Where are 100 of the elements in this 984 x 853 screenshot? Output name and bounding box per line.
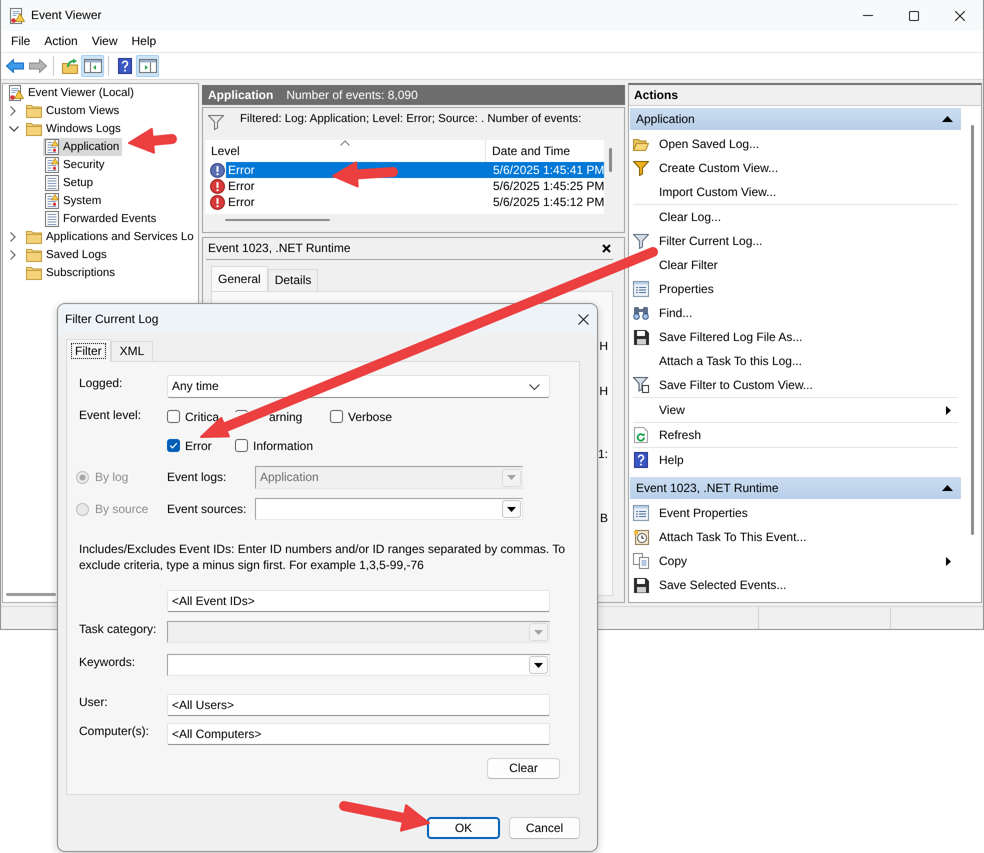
command-item[interactable]: Create Custom View...: [630, 156, 961, 180]
funnel-icon: [633, 234, 649, 248]
folder-icon: [26, 122, 42, 136]
text-field[interactable]: <All Users>: [167, 694, 550, 716]
dropdown-button[interactable]: [529, 656, 548, 674]
tree-item[interactable]: System: [43, 192, 104, 210]
scrollbar-thumb[interactable]: [6, 593, 56, 596]
log-warning-icon: [45, 193, 59, 209]
folder-icon: [26, 248, 42, 262]
chevron-right-icon[interactable]: [10, 106, 16, 116]
checkbox-label[interactable]: Verbose: [348, 410, 392, 424]
checkbox-label[interactable]: Critica: [185, 410, 220, 424]
text-field[interactable]: <All Event IDs>: [167, 590, 550, 612]
menu-item[interactable]: Help: [124, 31, 164, 52]
toolbar-button[interactable]: [136, 55, 159, 77]
log-title: Application: [208, 88, 274, 102]
command-item[interactable]: Properties: [630, 277, 961, 301]
chevron-right-icon[interactable]: [10, 232, 16, 242]
tab[interactable]: XML: [110, 341, 154, 361]
checkbox[interactable]: [167, 439, 180, 452]
tree-item[interactable]: Forwarded Events: [43, 210, 160, 228]
folder-icon: [26, 104, 42, 118]
clock-icon: [633, 529, 649, 545]
refresh-icon: [634, 427, 648, 443]
command-item[interactable]: Clear Log...: [630, 205, 961, 229]
command-item[interactable]: Save Filtered Log File As...: [630, 325, 961, 349]
clear-button[interactable]: Clear: [487, 758, 560, 779]
dropdown-field[interactable]: [255, 498, 523, 520]
command-item[interactable]: Clear Filter: [630, 253, 961, 277]
submenu-arrow-icon: [946, 556, 951, 566]
scrollbar-thumb[interactable]: [609, 148, 612, 172]
date-cell-text: 5/6/2025 1:45:12 PM: [492, 194, 604, 210]
command-item[interactable]: Filter Current Log...: [630, 229, 961, 253]
chevron-down-icon[interactable]: [9, 126, 19, 132]
event-row[interactable]: Error 5/6/2025 1:45:25 PM: [205, 178, 604, 194]
command-item[interactable]: Refresh: [630, 423, 961, 447]
dropdown-arrow-icon: [534, 630, 543, 634]
field-label: Keywords:: [79, 655, 136, 671]
tree-item[interactable]: Custom Views: [24, 102, 122, 120]
scrollbar-thumb[interactable]: [225, 219, 330, 221]
command-item[interactable]: Save Filter to Custom View...: [630, 373, 961, 397]
command-item[interactable]: Event Properties: [630, 501, 961, 525]
dialog-button[interactable]: OK: [427, 817, 500, 839]
section-header[interactable]: Application: [630, 108, 961, 130]
tree-item[interactable]: Subscriptions: [24, 264, 118, 282]
folder-arrow-icon: [62, 58, 78, 74]
dropdown-arrow-icon: [507, 506, 516, 512]
column-header[interactable]: Level: [205, 140, 486, 162]
error-icon: [210, 162, 225, 178]
menu-item[interactable]: File: [4, 31, 38, 52]
command-item[interactable]: Help: [630, 448, 961, 472]
command-item[interactable]: Find...: [630, 301, 961, 325]
tree-item[interactable]: Event Viewer (Local): [6, 84, 137, 102]
dropdown-field[interactable]: Any time: [167, 375, 550, 398]
tab[interactable]: Filter: [66, 339, 111, 362]
tab[interactable]: Details: [268, 269, 318, 291]
field-label: User:: [79, 695, 109, 711]
command-item[interactable]: Attach Task To This Event...: [630, 525, 961, 549]
tree-item[interactable]: Applications and Services Lo: [24, 228, 197, 246]
level-cell: Error: [228, 178, 255, 194]
properties-icon: [633, 281, 649, 297]
tab[interactable]: General: [211, 266, 268, 291]
menu-item[interactable]: View: [84, 31, 124, 52]
text-fragment: 1:: [598, 447, 608, 461]
command-item[interactable]: View: [630, 398, 961, 422]
dropdown-button[interactable]: [502, 500, 521, 518]
tree-item[interactable]: Saved Logs: [24, 246, 110, 264]
scrollbar-thumb[interactable]: [971, 125, 974, 535]
command-item[interactable]: Open Saved Log...: [630, 132, 961, 156]
command-item[interactable]: Save Selected Events...: [630, 573, 961, 597]
command-item[interactable]: Copy: [630, 549, 961, 573]
checkbox-label[interactable]: Information: [253, 438, 314, 452]
checkbox-label[interactable]: Error: [185, 438, 212, 452]
date-cell-text: 5/6/2025 1:45:25 PM: [492, 178, 604, 194]
dropdown-field[interactable]: [167, 654, 550, 676]
field-label: Task category:: [79, 622, 158, 638]
checkbox[interactable]: [235, 439, 248, 452]
tree-item[interactable]: Security: [43, 156, 108, 174]
section-header[interactable]: Event 1023, .NET Runtime: [630, 477, 961, 499]
tree-item[interactable]: Setup: [43, 174, 96, 192]
field-label: Event logs:: [167, 470, 228, 485]
error-icon: [210, 194, 225, 210]
minimize-icon: [863, 15, 873, 16]
log-icon: [45, 175, 59, 191]
command-item[interactable]: Import Custom View...: [630, 180, 961, 204]
column-header[interactable]: Date and Time: [486, 140, 570, 162]
filter-summary: Filtered: Log: Application; Level: Error; Source: . Number of events:: [240, 112, 582, 126]
chevron-right-icon[interactable]: [10, 250, 16, 260]
menu-item[interactable]: Action: [37, 31, 85, 52]
checkbox[interactable]: [330, 410, 343, 423]
event-row[interactable]: Error 5/6/2025 1:45:12 PM: [205, 194, 604, 210]
toolbar-button[interactable]: [81, 55, 104, 77]
text-field[interactable]: <All Computers>: [167, 723, 550, 745]
checkbox[interactable]: [167, 410, 180, 423]
checkbox-label[interactable]: arning: [269, 410, 302, 424]
command-item[interactable]: Attach a Task To this Log...: [630, 349, 961, 373]
tree-item[interactable]: Windows Logs: [24, 120, 124, 138]
forward-arrow-icon: [28, 59, 46, 73]
dialog-button[interactable]: Cancel: [509, 817, 580, 839]
tree-item[interactable]: Application: [43, 138, 122, 156]
